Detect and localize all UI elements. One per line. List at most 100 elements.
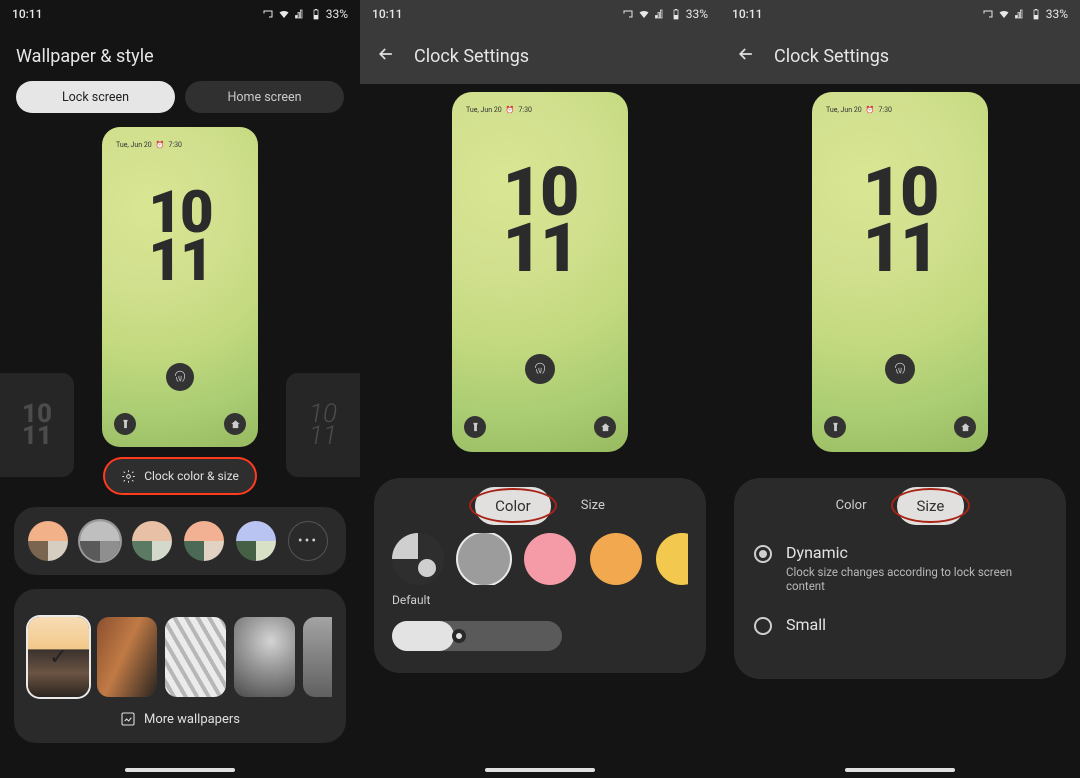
slider-thumb[interactable] (452, 629, 466, 643)
wallpaper-card: More wallpapers (14, 589, 346, 743)
wallpaper-icon (120, 711, 136, 727)
signal-icon (294, 8, 306, 20)
lock-screen-preview-row: Tue, Jun 20 ⏰ 7:30 10 11 (360, 92, 720, 452)
lock-screen-preview-row: 1011 Tue, Jun 20 ⏰ 7:30 10 11 1011 (0, 127, 360, 447)
status-time: 10:11 (372, 7, 402, 21)
screencast-icon (982, 8, 994, 20)
signal-icon (654, 8, 666, 20)
alarm-icon: ⏰ (506, 106, 515, 114)
wallpaper-thumb[interactable] (28, 617, 89, 697)
tab-size[interactable]: Size (581, 498, 605, 513)
size-option-dynamic[interactable]: Dynamic Clock size changes according to … (754, 539, 1046, 597)
fingerprint-icon (525, 354, 555, 384)
status-bar: 10:11 33% (0, 0, 360, 28)
pane-clock-settings-size: 10:11 33% Clock Settings Tue, Jun 20 ⏰ 7… (720, 0, 1080, 778)
battery-icon (670, 8, 682, 20)
size-option-small[interactable]: Small (754, 611, 1046, 639)
fingerprint-icon (166, 363, 194, 391)
page-title: Clock Settings (414, 46, 529, 67)
clock-bottom: 11 (812, 220, 988, 276)
highlight-ring: Color (475, 496, 551, 515)
preview-date: Tue, Jun 20 (826, 106, 862, 114)
status-bar: 10:11 33% (360, 0, 720, 28)
preview-alarm-time: 7:30 (878, 106, 892, 114)
palette-swatch[interactable] (132, 521, 172, 561)
lock-screen-preview[interactable]: Tue, Jun 20 ⏰ 7:30 10 11 (102, 127, 258, 447)
clock-bottom: 11 (452, 220, 628, 276)
battery-icon (310, 8, 322, 20)
flashlight-icon (464, 416, 486, 438)
signal-icon (1014, 8, 1026, 20)
status-time: 10:11 (732, 7, 762, 21)
battery-icon (1030, 8, 1042, 20)
battery-percent: 33% (1046, 7, 1068, 21)
back-button[interactable] (376, 44, 396, 68)
nav-bar[interactable] (485, 768, 595, 772)
preview-date: Tue, Jun 20 (466, 106, 502, 114)
clock-options-card: Color Size Dynamic Clock size changes ac… (734, 478, 1066, 679)
color-option[interactable] (590, 533, 642, 585)
lock-screen-preview-row: Tue, Jun 20 ⏰ 7:30 10 11 (720, 92, 1080, 452)
radio-icon (754, 545, 772, 563)
color-option[interactable] (524, 533, 576, 585)
clock-bottom: 11 (102, 237, 258, 285)
more-wallpapers-button[interactable]: More wallpapers (28, 697, 332, 729)
clock-style-prev[interactable]: 1011 (0, 373, 74, 477)
status-time: 10:11 (12, 7, 42, 21)
palette-swatch[interactable] (80, 521, 120, 561)
nav-bar[interactable] (125, 768, 235, 772)
wallpaper-thumb[interactable] (165, 617, 226, 697)
default-label: Default (392, 593, 688, 607)
clock-color-size-button[interactable]: Clock color & size (105, 459, 255, 493)
radio-icon (754, 617, 772, 635)
preview-date: Tue, Jun 20 (116, 141, 152, 149)
color-option[interactable] (458, 533, 510, 585)
palette-swatch[interactable] (236, 521, 276, 561)
screencast-icon (622, 8, 634, 20)
home-icon (594, 416, 616, 438)
more-palettes-button[interactable]: ••• (288, 521, 328, 561)
lock-screen-preview: Tue, Jun 20 ⏰ 7:30 10 11 (452, 92, 628, 452)
color-palette-card: ••• (14, 507, 346, 575)
home-icon (954, 416, 976, 438)
alarm-icon: ⏰ (156, 141, 165, 149)
preview-alarm-time: 7:30 (518, 106, 532, 114)
color-option-dynamic[interactable] (392, 533, 444, 585)
title-bar: Clock Settings (360, 28, 720, 84)
page-title: Clock Settings (774, 46, 889, 67)
clock-style-next[interactable]: 1011 (286, 373, 360, 477)
wallpaper-thumb[interactable] (234, 617, 295, 697)
pane-wallpaper-style: 10:11 33% Wallpaper & style Lock screen … (0, 0, 360, 778)
tab-home-screen[interactable]: Home screen (185, 81, 344, 113)
wallpaper-thumb[interactable] (97, 617, 158, 697)
alarm-icon: ⏰ (866, 106, 875, 114)
flashlight-icon (824, 416, 846, 438)
tab-lock-screen[interactable]: Lock screen (16, 81, 175, 113)
wifi-icon (638, 8, 650, 20)
screencast-icon (262, 8, 274, 20)
preview-alarm-time: 7:30 (168, 141, 182, 149)
tab-color[interactable]: Color (836, 498, 867, 513)
wifi-icon (998, 8, 1010, 20)
pane-clock-settings-color: 10:11 33% Clock Settings Tue, Jun 20 ⏰ 7… (360, 0, 720, 778)
wifi-icon (278, 8, 290, 20)
back-button[interactable] (736, 44, 756, 68)
color-option[interactable] (656, 533, 688, 585)
screen-tabs: Lock screen Home screen (0, 81, 360, 127)
tab-color[interactable]: Color (475, 487, 551, 525)
title-bar: Clock Settings (720, 28, 1080, 84)
nav-bar[interactable] (845, 768, 955, 772)
status-bar: 10:11 33% (720, 0, 1080, 28)
lightness-slider[interactable] (392, 621, 562, 651)
wallpaper-thumb[interactable] (303, 617, 332, 697)
gear-icon (121, 469, 136, 484)
lock-screen-preview: Tue, Jun 20 ⏰ 7:30 10 11 (812, 92, 988, 452)
home-icon (224, 413, 246, 435)
palette-swatch[interactable] (28, 521, 68, 561)
highlight-ring: Size (897, 496, 965, 515)
palette-swatch[interactable] (184, 521, 224, 561)
tab-size[interactable]: Size (897, 487, 965, 525)
clock-options-card: Color Size Default (374, 478, 706, 673)
page-title: Wallpaper & style (0, 28, 360, 81)
fingerprint-icon (885, 354, 915, 384)
